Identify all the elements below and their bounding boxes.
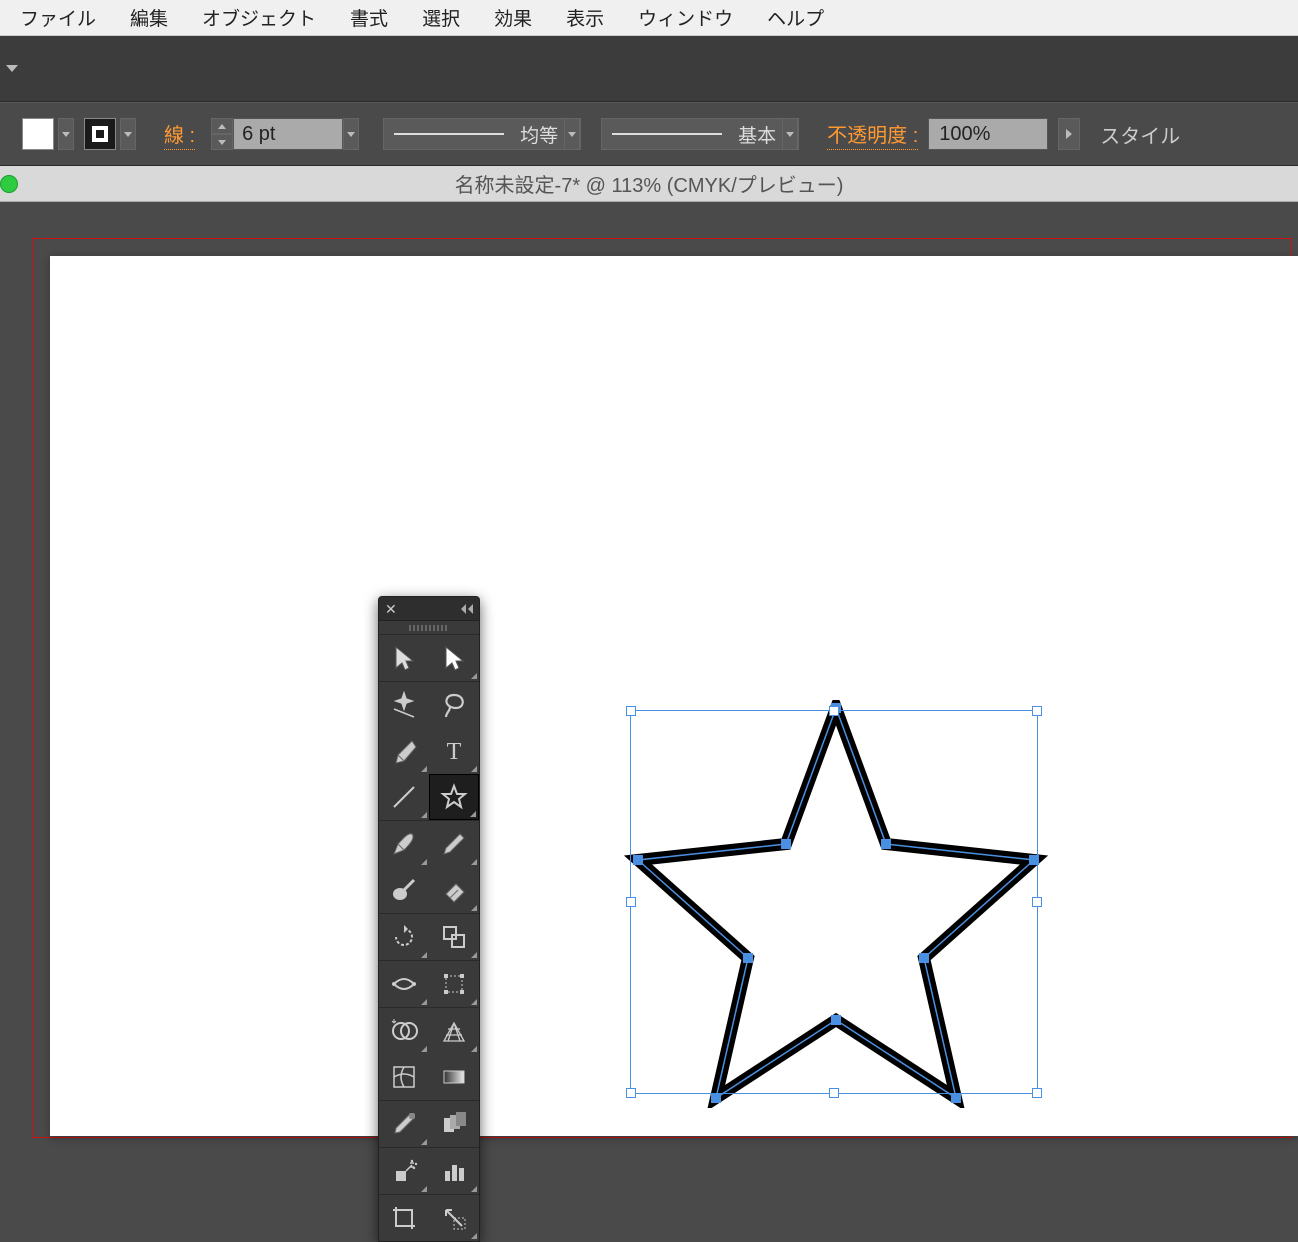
brush-dropdown[interactable]: [782, 118, 798, 150]
opacity-field[interactable]: 100%: [928, 118, 1048, 150]
flyout-indicator-icon: [421, 1186, 427, 1192]
window-zoom-button[interactable]: [0, 175, 18, 193]
stroke-weight-up[interactable]: [211, 118, 233, 134]
fill-dropdown[interactable]: [58, 118, 74, 150]
type-tool[interactable]: T: [429, 728, 479, 774]
menu-select[interactable]: 選択: [422, 4, 460, 31]
width-tool[interactable]: [379, 961, 429, 1007]
flyout-indicator-icon: [471, 1233, 477, 1239]
flyout-indicator-icon: [421, 766, 427, 772]
magic-wand-tool[interactable]: [379, 682, 429, 728]
tools-panel-header[interactable]: ✕: [379, 597, 479, 621]
flyout-indicator-icon: [471, 905, 477, 911]
handle-bottom-left[interactable]: [626, 1088, 636, 1098]
free-transform-tool[interactable]: [429, 961, 479, 1007]
document-tab-bar: 名称未設定-7* @ 113% (CMYK/プレビュー): [0, 166, 1298, 202]
handle-top-left[interactable]: [626, 706, 636, 716]
mesh-tool[interactable]: [379, 1054, 429, 1100]
bounding-box[interactable]: [630, 710, 1038, 1094]
stroke-weight-down[interactable]: [211, 134, 233, 150]
handle-mid-left[interactable]: [626, 897, 636, 907]
blend-tool[interactable]: [429, 1101, 479, 1147]
stroke-profile-preview: [394, 133, 504, 135]
pen-tool[interactable]: [379, 728, 429, 774]
tools-panel-grip[interactable]: [379, 621, 479, 635]
document-title: 名称未設定-7* @ 113% (CMYK/プレビュー): [455, 169, 844, 198]
brush-label: 基本: [732, 121, 782, 148]
menu-effect[interactable]: 効果: [494, 4, 532, 31]
stroke-weight-dropdown[interactable]: [343, 118, 359, 150]
menu-file[interactable]: ファイル: [20, 4, 96, 31]
brush-preview: [612, 133, 722, 135]
stroke-swatch[interactable]: [84, 118, 116, 150]
column-graph-tool[interactable]: [429, 1148, 479, 1194]
direct-selection-tool[interactable]: [429, 635, 479, 681]
collapse-icon[interactable]: [461, 604, 473, 614]
menu-bar: ファイル 編集 オブジェクト 書式 選択 効果 表示 ウィンドウ ヘルプ: [0, 0, 1298, 36]
style-label[interactable]: スタイル: [1100, 120, 1180, 149]
stroke-profile-dropdown[interactable]: [564, 118, 580, 150]
flyout-indicator-icon: [421, 1139, 427, 1145]
opacity-label[interactable]: 不透明度 :: [827, 119, 918, 150]
flyout-indicator-icon: [471, 999, 477, 1005]
blob-brush-tool[interactable]: [379, 867, 429, 913]
stroke-profile-label: 均等: [514, 121, 564, 148]
star-tool[interactable]: [429, 774, 479, 820]
stroke-label[interactable]: 線 :: [164, 119, 195, 150]
flyout-indicator-icon: [421, 1046, 427, 1052]
flyout-indicator-icon: [421, 812, 427, 818]
eyedropper-tool[interactable]: [379, 1101, 429, 1147]
shape-builder-tool[interactable]: [379, 1008, 429, 1054]
handle-bottom-mid[interactable]: [829, 1088, 839, 1098]
menu-view[interactable]: 表示: [566, 4, 604, 31]
control-bar: 線 : 6 pt 均等 基本 不透明度 : 100% スタイル: [0, 102, 1298, 166]
flyout-indicator-icon: [471, 673, 477, 679]
slice-tool[interactable]: [429, 1195, 479, 1241]
workspace-strip: [0, 36, 1298, 102]
flyout-indicator-icon: [471, 952, 477, 958]
flyout-indicator-icon: [471, 766, 477, 772]
flyout-indicator-icon: [421, 999, 427, 1005]
stroke-weight-stepper[interactable]: 6 pt: [211, 118, 359, 150]
menu-window[interactable]: ウィンドウ: [638, 4, 733, 31]
symbol-sprayer-tool[interactable]: [379, 1148, 429, 1194]
rotate-tool[interactable]: [379, 914, 429, 960]
line-tool[interactable]: [379, 774, 429, 820]
close-icon[interactable]: ✕: [385, 602, 397, 616]
menu-edit[interactable]: 編集: [130, 4, 168, 31]
handle-mid-right[interactable]: [1032, 897, 1042, 907]
flyout-indicator-icon: [471, 1046, 477, 1052]
flyout-indicator-icon: [421, 859, 427, 865]
stroke-weight-field[interactable]: 6 pt: [233, 118, 343, 150]
lasso-tool[interactable]: [429, 682, 479, 728]
brush-combo[interactable]: 基本: [601, 118, 799, 150]
paintbrush-tool[interactable]: [379, 821, 429, 867]
stroke-dropdown[interactable]: [120, 118, 136, 150]
canvas-area[interactable]: ✕ T: [0, 202, 1298, 1136]
fill-swatch[interactable]: [22, 118, 54, 150]
artboard-tool[interactable]: [379, 1195, 429, 1241]
flyout-indicator-icon: [471, 859, 477, 865]
menu-object[interactable]: オブジェクト: [202, 4, 316, 31]
flyout-indicator-icon: [470, 811, 476, 817]
stroke-profile-combo[interactable]: 均等: [383, 118, 581, 150]
menu-help[interactable]: ヘルプ: [767, 4, 824, 31]
menu-type[interactable]: 書式: [350, 4, 388, 31]
opacity-dropdown[interactable]: [1058, 118, 1080, 150]
svg-text:T: T: [447, 739, 462, 765]
handle-top-mid[interactable]: [829, 706, 839, 716]
workspace-dropdown-icon[interactable]: [6, 65, 18, 72]
perspective-grid-tool[interactable]: [429, 1008, 479, 1054]
selection-tool[interactable]: [379, 635, 429, 681]
tools-panel[interactable]: ✕ T: [378, 596, 480, 1242]
gradient-tool[interactable]: [429, 1054, 479, 1100]
handle-top-right[interactable]: [1032, 706, 1042, 716]
scale-tool[interactable]: [429, 914, 479, 960]
flyout-indicator-icon: [471, 1186, 477, 1192]
handle-bottom-right[interactable]: [1032, 1088, 1042, 1098]
eraser-tool[interactable]: [429, 867, 479, 913]
flyout-indicator-icon: [421, 952, 427, 958]
pencil-tool[interactable]: [429, 821, 479, 867]
